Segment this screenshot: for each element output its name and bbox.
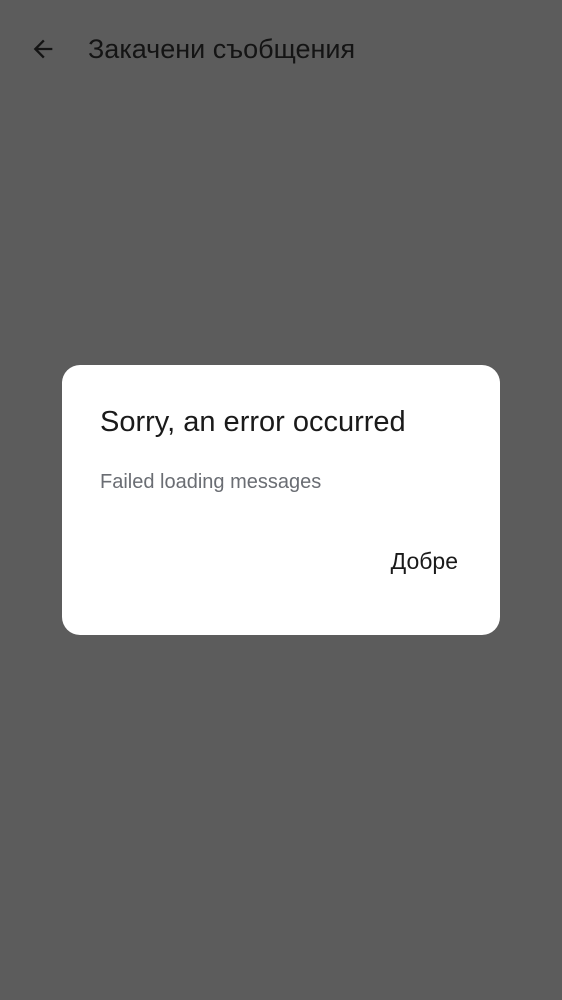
app-bar: Закачени съобщения bbox=[0, 0, 562, 100]
dialog-title: Sorry, an error occurred bbox=[100, 406, 406, 438]
ok-button[interactable]: Добре bbox=[387, 541, 462, 581]
error-dialog: Sorry, an error occurred Failed loading … bbox=[62, 365, 500, 635]
arrow-back-icon bbox=[33, 39, 53, 59]
dialog-message: Failed loading messages bbox=[100, 471, 322, 493]
page-title: Закачени съобщения bbox=[88, 34, 356, 64]
back-button[interactable] bbox=[22, 28, 64, 70]
